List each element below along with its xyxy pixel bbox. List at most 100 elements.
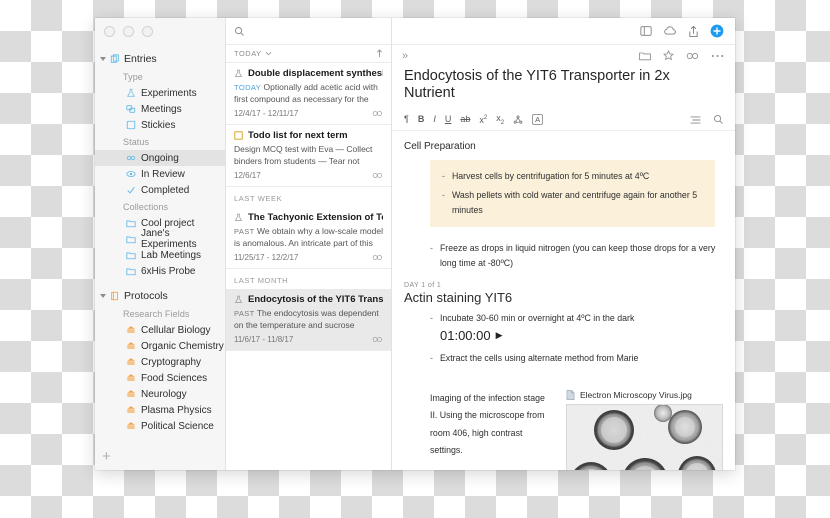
- entry-snippet: Design MCQ test with Eva — Collect binde…: [234, 144, 383, 168]
- entry-footer: 11/25/17 - 12/2/17: [234, 253, 383, 262]
- attachment-thumbnail[interactable]: [566, 403, 723, 470]
- entry-date: 12/4/17 - 12/11/17: [234, 109, 299, 118]
- sidebar-scroll[interactable]: Entries Type Experiments Meetings Sticki…: [95, 44, 225, 470]
- sidebar-item-experiments[interactable]: Experiments: [95, 85, 225, 101]
- subscript-button[interactable]: x2: [496, 113, 504, 125]
- chevron-down-icon[interactable]: [265, 51, 272, 56]
- paragraph-icon[interactable]: ¶: [404, 115, 409, 124]
- infinity-icon: [372, 110, 383, 117]
- strikethrough-button[interactable]: ab: [460, 115, 470, 124]
- search-input[interactable]: [251, 24, 383, 38]
- callout-block: - Harvest cells by centrifugation for 5 …: [430, 159, 715, 228]
- close-button[interactable]: [104, 25, 115, 37]
- document-body[interactable]: Cell Preparation - Harvest cells by cent…: [392, 131, 735, 470]
- entry-date: 11/6/17 - 11/8/17: [234, 335, 294, 344]
- sidebar-item-in-review[interactable]: In Review: [95, 166, 225, 182]
- cloud-icon[interactable]: [663, 25, 677, 37]
- bottom-content-row: Imaging of the infection stage II. Using…: [430, 390, 723, 470]
- breadcrumb-expand-icon[interactable]: »: [402, 50, 408, 62]
- sidebar-item-ongoing[interactable]: Ongoing: [95, 150, 225, 166]
- underline-button[interactable]: U: [445, 115, 452, 124]
- entry-footer: 12/4/17 - 12/11/17: [234, 109, 383, 118]
- sidebar-item-label: Experiments: [141, 87, 197, 99]
- sidebar-item-plasma-physics[interactable]: Plasma Physics: [95, 402, 225, 418]
- sidebar-item-cryptography[interactable]: Cryptography: [95, 354, 225, 370]
- sidebar-item-label: In Review: [141, 168, 185, 180]
- entry-title-row: The Tachyonic Extension of To...: [234, 212, 383, 223]
- italic-button[interactable]: I: [433, 115, 436, 124]
- sidebar-item-label: Plasma Physics: [141, 404, 212, 416]
- more-icon[interactable]: [711, 54, 724, 58]
- bank-icon: [126, 325, 136, 335]
- list-item[interactable]: Double displacement synthesi... TODAY Op…: [226, 63, 391, 125]
- zoom-button[interactable]: [142, 25, 153, 37]
- bank-icon: [126, 405, 136, 415]
- list-item-text: Freeze as drops in liquid nitrogen (you …: [439, 243, 716, 269]
- page-title[interactable]: Endocytosis of the YIT6 Transporter in 2…: [392, 68, 735, 103]
- bold-button[interactable]: B: [418, 115, 425, 124]
- sidebar-item-label: Completed: [141, 184, 190, 196]
- entry-footer: 12/6/17: [234, 171, 383, 180]
- sidebar-item-label: Ongoing: [141, 152, 179, 164]
- sidebar-item-label: Cool project: [141, 217, 195, 229]
- sidebar: Entries Type Experiments Meetings Sticki…: [95, 18, 226, 470]
- disclosure-triangle-icon[interactable]: [100, 294, 106, 298]
- sidebar-item-completed[interactable]: Completed: [95, 182, 225, 198]
- sidebar-root-entries[interactable]: Entries: [95, 50, 225, 68]
- section-heading: Cell Preparation: [404, 140, 476, 152]
- sidebar-item-political-science[interactable]: Political Science: [95, 418, 225, 434]
- editor-toolbar: [392, 18, 735, 45]
- sidebar-item-label: Meetings: [141, 103, 182, 115]
- sidebar-item-stickies[interactable]: Stickies: [95, 117, 225, 133]
- timer-value: 01:00:00: [440, 327, 491, 343]
- step-item: - Incubate 30-60 min or overnight at 4ºC…: [430, 311, 723, 326]
- sidebar-item-organic-chemistry[interactable]: Organic Chemistry: [95, 338, 225, 354]
- bullet-dash: -: [442, 170, 445, 181]
- add-item-button[interactable]: +: [102, 449, 111, 464]
- search-icon[interactable]: [713, 114, 724, 125]
- infinity-icon[interactable]: [686, 52, 699, 60]
- entries-icon: [110, 54, 120, 64]
- bullet-dash: -: [430, 352, 433, 363]
- list-item[interactable]: Todo list for next term Design MCQ test …: [226, 125, 391, 187]
- share-icon[interactable]: [688, 25, 699, 38]
- infinity-icon: [372, 336, 383, 343]
- flask-icon: [234, 295, 243, 304]
- sidebar-item-cellular-biology[interactable]: Cellular Biology: [95, 322, 225, 338]
- play-icon[interactable]: ▶: [496, 330, 503, 341]
- sidebar-item-janes-experiments[interactable]: Jane's Experiments: [95, 228, 225, 250]
- list-sort-header[interactable]: TODAY: [226, 45, 391, 63]
- star-icon[interactable]: [663, 50, 674, 61]
- sidebar-item-food-sciences[interactable]: Food Sciences: [95, 370, 225, 386]
- sidebar-root-protocols[interactable]: Protocols: [95, 287, 225, 305]
- step-text: Incubate 30-60 min or overnight at 4ºC i…: [439, 313, 635, 324]
- list-item[interactable]: The Tachyonic Extension of To... PAST We…: [226, 207, 391, 269]
- sort-direction-icon[interactable]: [376, 49, 383, 58]
- attachment-name[interactable]: Electron Microscopy Virus.jpg: [580, 390, 692, 400]
- highlight-button[interactable]: A: [532, 114, 544, 126]
- molecule-icon[interactable]: [513, 115, 523, 125]
- align-icon[interactable]: [690, 116, 701, 124]
- disclosure-triangle-icon[interactable]: [100, 57, 106, 61]
- superscript-button[interactable]: x2: [479, 115, 487, 125]
- entry-list[interactable]: Double displacement synthesi... TODAY Op…: [226, 63, 391, 351]
- add-icon[interactable]: [710, 24, 724, 38]
- sidebar-toggle-icon[interactable]: [640, 25, 652, 37]
- search-icon: [234, 26, 245, 37]
- entry-title-row: Todo list for next term: [234, 130, 383, 141]
- flask-icon: [234, 213, 243, 222]
- folder-icon[interactable]: [639, 51, 651, 61]
- folder-icon: [126, 250, 136, 260]
- callout-item: - Wash pellets with cold water and centr…: [442, 188, 703, 218]
- minimize-button[interactable]: [123, 25, 134, 37]
- entry-date: 11/25/17 - 12/2/17: [234, 253, 299, 262]
- sidebar-item-6xhis-probe[interactable]: 6xHis Probe: [95, 263, 225, 279]
- timer-widget[interactable]: 01:00:00 ▶: [440, 328, 723, 343]
- sidebar-item-meetings[interactable]: Meetings: [95, 101, 225, 117]
- sidebar-item-neurology[interactable]: Neurology: [95, 386, 225, 402]
- sidebar-item-label: Organic Chemistry: [141, 340, 224, 352]
- callout-item-text: Wash pellets with cold water and centrif…: [451, 189, 698, 216]
- folder-icon: [126, 266, 136, 276]
- sidebar-item-label: Food Sciences: [141, 372, 208, 384]
- list-item[interactable]: Endocytosis of the YIT6 Trans... PAST Th…: [226, 289, 391, 351]
